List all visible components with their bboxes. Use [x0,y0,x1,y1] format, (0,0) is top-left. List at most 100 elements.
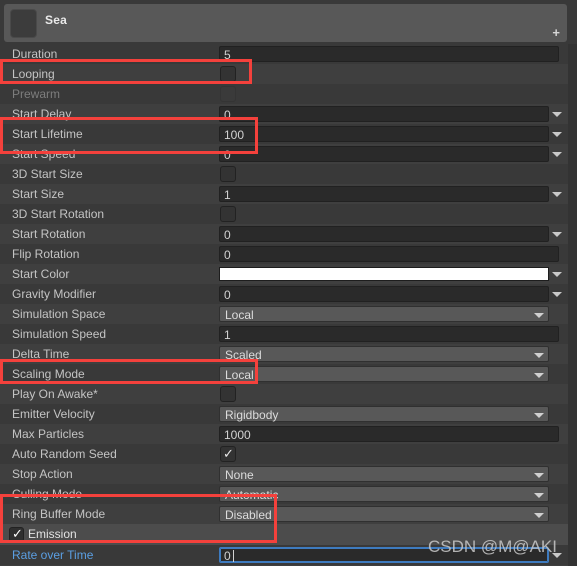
input-10[interactable]: 0 [219,246,559,262]
input-value: 0 [224,248,231,262]
dropdown-16[interactable]: Local [219,366,549,382]
dropdown-22[interactable]: Automatic [219,486,549,502]
property-row: Simulation Space Local [0,304,568,324]
property-label: Simulation Space [12,307,106,321]
dropdown-value: Local [225,308,254,322]
chevron-down-icon[interactable] [552,232,562,237]
chevron-down-icon [534,373,544,378]
input-9[interactable]: 0 [219,226,549,242]
property-label: Start Delay [12,107,72,121]
property-row: Start Speed 0 [0,144,568,164]
check-icon: ✓ [223,446,234,461]
chevron-down-icon [534,513,544,518]
property-label: Culling Mode [12,487,83,501]
dropdown-15[interactable]: Scaled [219,346,549,362]
input-value: 0 [224,228,231,242]
property-label: 3D Start Rotation [12,207,105,221]
property-label: Start Size [12,187,65,201]
checkbox-17[interactable] [220,386,236,402]
dropdown-21[interactable]: None [219,466,549,482]
plus-icon[interactable]: + [552,26,560,39]
property-row: Duration 5 [0,44,568,64]
checkbox-2[interactable] [220,86,236,102]
dropdown-value: Rigidbody [225,408,279,422]
property-row: Scaling Mode Local [0,364,568,384]
chevron-down-icon[interactable] [552,152,562,157]
property-label: Start Speed [12,147,76,161]
property-row: Max Particles 1000 [0,424,568,444]
input-value: 0 [224,148,231,162]
input-value: 1 [224,188,231,202]
input-14[interactable]: 1 [219,326,559,342]
input-value: 0 [224,108,231,122]
property-label: Start Lifetime [12,127,83,141]
property-label: Play On Awake* [12,387,98,401]
property-row: Start Rotation 0 [0,224,568,244]
chevron-down-icon [534,313,544,318]
property-row: 3D Start Rotation [0,204,568,224]
property-label: Start Rotation [12,227,86,241]
property-row: Delta Time Scaled [0,344,568,364]
property-label: Max Particles [12,427,85,441]
property-row: Flip Rotation 0 [0,244,568,264]
input-value: 5 [224,48,231,62]
chevron-down-icon[interactable] [552,192,562,197]
checkbox-1[interactable] [220,66,236,82]
chevron-down-icon[interactable] [552,112,562,117]
property-label: Delta Time [12,347,70,361]
property-label: Scaling Mode [12,367,85,381]
input-value: 0 [224,288,231,302]
property-label: Emitter Velocity [12,407,95,421]
input-0[interactable]: 5 [219,46,559,62]
property-label: Looping [12,67,55,81]
property-row: Auto Random Seed ✓ [0,444,568,464]
property-rows: Duration 5 Looping Prewarm Start Delay 0 Start… [0,44,568,566]
dropdown-18[interactable]: Rigidbody [219,406,549,422]
scrollbar-track[interactable] [568,44,577,566]
dropdown-13[interactable]: Local [219,306,549,322]
property-label: Ring Buffer Mode [12,507,106,521]
chevron-down-icon [534,413,544,418]
dropdown-23[interactable]: Disabled [219,506,549,522]
dropdown-value: Scaled [225,348,262,362]
input-3[interactable]: 0 [219,106,549,122]
property-row: Start Size 1 [0,184,568,204]
dropdown-value: Disabled [225,508,272,522]
property-row: Gravity Modifier 0 [0,284,568,304]
property-row: 3D Start Size [0,164,568,184]
chevron-down-icon [534,353,544,358]
dropdown-value: Automatic [225,488,279,502]
property-row: Start Delay 0 [0,104,568,124]
input-5[interactable]: 0 [219,146,549,162]
chevron-down-icon[interactable] [552,292,562,297]
input-value: 0 [224,549,231,563]
property-label: Simulation Speed [12,327,107,341]
unity-particle-system-inspector: Sea + Duration 5 Looping Prewarm Start Delay… [0,0,577,566]
chevron-down-icon [534,473,544,478]
input-value: 1 [224,328,231,342]
checkbox-8[interactable] [220,206,236,222]
inspector-header[interactable]: Sea + [4,4,567,42]
input-12[interactable]: 0 [219,286,549,302]
checkbox-6[interactable] [220,166,236,182]
property-label: Start Color [12,267,70,281]
chevron-down-icon[interactable] [552,272,562,277]
property-label: Auto Random Seed [12,447,117,461]
input-19[interactable]: 1000 [219,426,559,442]
property-label: Flip Rotation [12,247,80,261]
checkbox-20[interactable]: ✓ [220,446,236,462]
input-value: 1000 [224,428,251,442]
property-row: Stop Action None [0,464,568,484]
property-row: Start Lifetime 100 [0,124,568,144]
color-swatch-11[interactable] [219,267,549,281]
input-value: 100 [224,128,245,142]
emission-enable-checkbox[interactable]: ✓ [9,526,24,542]
chevron-down-icon [534,493,544,498]
property-row: Simulation Speed 1 [0,324,568,344]
property-label: Duration [12,47,58,61]
input-7[interactable]: 1 [219,186,549,202]
property-row: Culling Mode Automatic [0,484,568,504]
input-4[interactable]: 100 [219,126,549,142]
chevron-down-icon[interactable] [552,132,562,137]
page-title: Sea [45,13,67,27]
